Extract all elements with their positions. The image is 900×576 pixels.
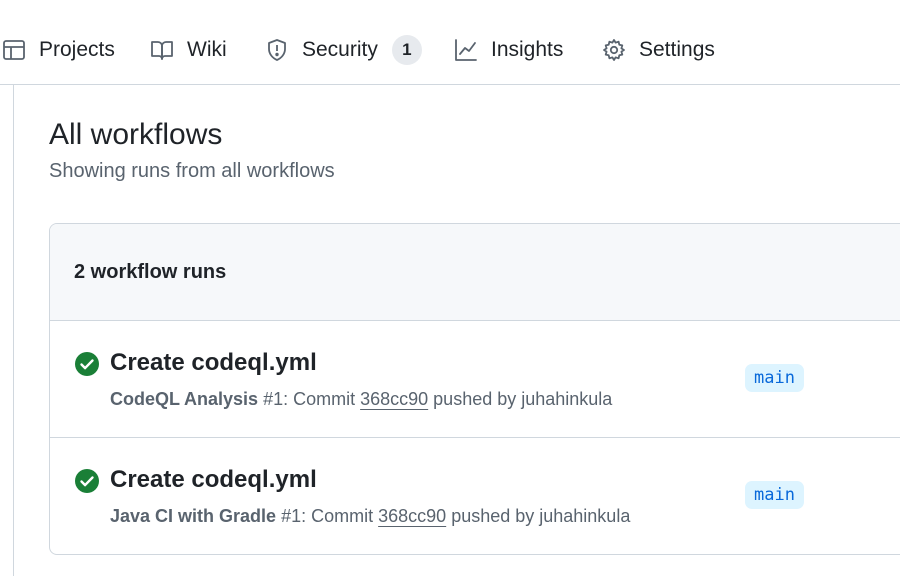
tab-projects-label: Projects: [39, 38, 115, 61]
commit-prefix: : Commit: [301, 506, 379, 526]
book-icon: [151, 41, 173, 60]
pushed-by-text: pushed by juhahinkula: [428, 389, 613, 409]
pushed-by-text: pushed by juhahinkula: [446, 506, 631, 526]
sidebar-divider: [13, 84, 14, 576]
repo-nav: Projects Wiki Security 1 Insights Settin…: [0, 0, 900, 85]
run-title-link[interactable]: Create codeql.yml: [110, 349, 317, 377]
page-title: All workflows: [49, 118, 223, 151]
tab-insights[interactable]: Insights: [454, 28, 563, 72]
run-number: #1: [263, 389, 284, 409]
run-meta: Java CI with Gradle #1: Commit 368cc90 p…: [110, 506, 630, 527]
tab-wiki[interactable]: Wiki: [150, 28, 227, 72]
page-subtitle: Showing runs from all workflows: [49, 160, 335, 182]
workflow-name: Java CI with Gradle: [110, 506, 277, 526]
security-count-badge: 1: [391, 35, 422, 65]
workflow-run-row[interactable]: Create codeql.yml Java CI with Gradle #1…: [50, 438, 900, 554]
tab-projects[interactable]: Projects: [2, 28, 115, 72]
gear-icon: [603, 39, 625, 61]
commit-sha-link[interactable]: 368cc90: [378, 506, 446, 526]
check-circle-icon: [75, 352, 99, 376]
branch-label[interactable]: main: [745, 481, 804, 509]
table-icon: [3, 40, 25, 60]
run-meta: CodeQL Analysis #1: Commit 368cc90 pushe…: [110, 389, 612, 410]
workflow-name: CodeQL Analysis: [110, 389, 259, 409]
shield-icon: [268, 39, 286, 61]
runs-count: 2 workflow runs: [74, 261, 227, 283]
branch-label[interactable]: main: [745, 364, 804, 392]
check-circle-icon: [75, 469, 99, 493]
run-title-link[interactable]: Create codeql.yml: [110, 466, 317, 494]
tab-settings-label: Settings: [639, 38, 715, 61]
workflow-run-row[interactable]: Create codeql.yml CodeQL Analysis #1: Co…: [50, 321, 900, 438]
tab-wiki-label: Wiki: [187, 38, 227, 61]
commit-sha-link[interactable]: 368cc90: [360, 389, 428, 409]
tab-insights-label: Insights: [491, 38, 564, 61]
graph-icon: [455, 39, 477, 61]
commit-prefix: : Commit: [283, 389, 361, 409]
tab-security[interactable]: Security 1: [265, 28, 422, 72]
workflow-runs-list: 2 workflow runs Create codeql.yml CodeQL…: [49, 223, 900, 555]
runs-list-header: 2 workflow runs: [50, 224, 900, 321]
tab-settings[interactable]: Settings: [602, 28, 715, 72]
tab-security-label: Security: [302, 38, 378, 61]
run-number: #1: [281, 506, 302, 526]
